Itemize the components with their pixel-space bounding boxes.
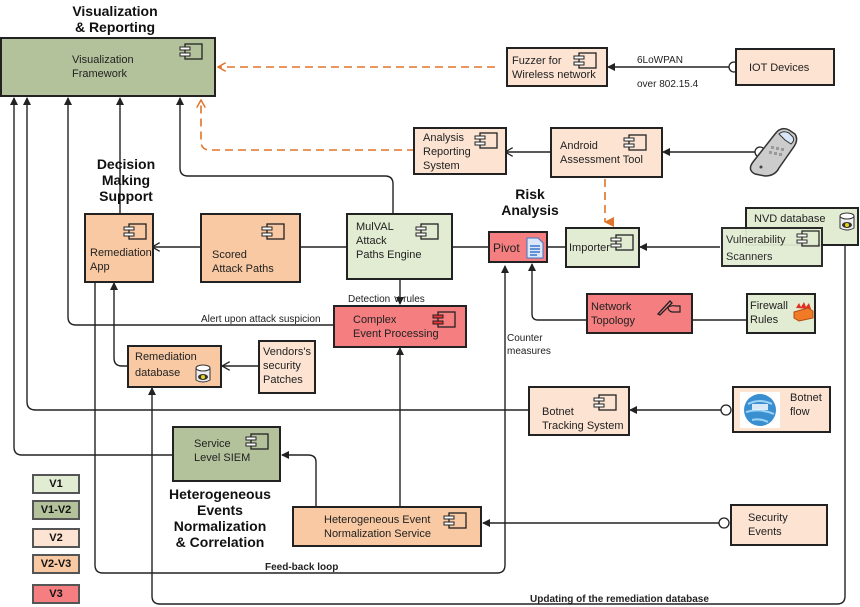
importer[interactable]: Importer (565, 227, 640, 268)
edge-label-counter-measures: Counter measures (507, 333, 551, 357)
heterogeneous-event-normalization-service[interactable]: Heterogeneous Event Normalization Servic… (292, 506, 482, 547)
uml-component-icon (443, 512, 467, 529)
component-label: Pivot (493, 241, 520, 255)
uml-component-icon (179, 43, 203, 60)
uml-component-icon (432, 311, 456, 328)
component-label: Network Topology (591, 301, 636, 327)
component-label: Service Level SIEM (194, 438, 251, 464)
fuzzer-wireless-network[interactable]: Fuzzer for Wireless network (506, 47, 608, 87)
pivot[interactable]: Pivot (488, 231, 548, 263)
legend-v2: V2 (32, 528, 80, 548)
component-label: Botnet flow (790, 392, 822, 418)
database-cylinder-icon (839, 212, 855, 231)
component-label: Vulnerability Scanners (726, 234, 786, 263)
uml-component-icon (261, 223, 285, 240)
wire-mulval-to-viz (176, 97, 394, 213)
heading-risk-analysis: Risk Analysis (501, 186, 559, 218)
component-label: Heterogeneous Event Normalization Servic… (324, 514, 431, 540)
android-assessment-tool[interactable]: Android Assessment Tool (550, 127, 663, 178)
uml-component-icon (593, 394, 617, 411)
uml-component-icon (610, 234, 634, 251)
component-label: Security Events (748, 512, 788, 538)
component-label: NVD database (754, 213, 826, 225)
analysis-reporting-system[interactable]: Analysis Reporting System (413, 127, 507, 175)
heading-visualization-reporting: Visualization & Reporting (72, 3, 158, 35)
visualization-framework[interactable]: Visualization Framework (0, 37, 216, 97)
edge-label-updating-remediation-db: Updating of the remediation database (530, 594, 709, 605)
uml-component-icon (623, 134, 647, 151)
remediation-database[interactable]: Remediation database (127, 345, 222, 388)
vulnerability-scanners[interactable]: Vulnerability Scanners (721, 227, 823, 267)
component-label: Scored Attack Paths (212, 249, 274, 275)
document-icon (526, 237, 544, 259)
uml-component-icon (123, 223, 147, 240)
mobile-phone-icon (749, 127, 798, 177)
uml-component-icon (796, 230, 820, 247)
legend-v1: V1 (32, 474, 80, 494)
security-events[interactable]: Security Events (730, 504, 828, 546)
heading-decision-making: Decision Making Support (96, 156, 156, 204)
botnet-tracking-system[interactable]: Botnet Tracking System (528, 386, 630, 436)
edge-label-feedback-loop: Feed-back loop (265, 562, 339, 573)
component-label: Visualization Framework (72, 54, 134, 80)
component-label: Remediation App (90, 247, 152, 273)
database-cylinder-icon (195, 364, 211, 383)
firewall-rules[interactable]: Firewall Rules (746, 293, 816, 334)
vendors-security-patches[interactable]: Vendors's security Patches (258, 340, 316, 394)
component-label: IOT Devices (749, 62, 810, 74)
dns-globe-icon (740, 392, 780, 428)
botnet-flow[interactable]: Botnet flow (732, 386, 831, 433)
component-label: Remediation database (135, 351, 197, 379)
legend-v2-v3: V2-V3 (32, 554, 80, 574)
component-label: Firewall Rules (750, 300, 788, 326)
legend-v3: V3 (32, 584, 80, 604)
component-label: Importer (569, 242, 610, 254)
uml-component-icon (474, 132, 498, 149)
component-label: Analysis Reporting System (423, 132, 471, 172)
uml-component-icon (415, 223, 439, 240)
uml-component-icon (573, 52, 597, 69)
component-label: Vendors's security Patches (263, 346, 311, 386)
heading-heterogeneous: Heterogeneous Events Normalization & Cor… (169, 486, 271, 550)
iot-devices[interactable]: IOT Devices (735, 48, 835, 86)
firewall-icon (793, 302, 814, 322)
component-label: Complex Event Processing (353, 314, 439, 340)
complex-event-processing[interactable]: Complex Event Processing (333, 305, 467, 348)
pen-hand-icon (656, 300, 681, 316)
edge-label-802: over 802.15.4 (637, 79, 699, 90)
mulval-attack-paths-engine[interactable]: MulVAL Attack Paths Engine (346, 213, 453, 280)
legend-v1-v2: V1-V2 (32, 500, 80, 520)
remediation-app[interactable]: Remediation App (84, 213, 154, 283)
uml-component-icon (245, 433, 269, 450)
component-label: MulVAL Attack Paths Engine (356, 221, 422, 261)
edge-label-alert: Alert upon attack suspicion (201, 314, 321, 325)
service-level-siem[interactable]: Service Level SIEM (172, 426, 281, 482)
edge-label-6lowpan: 6LoWPAN (637, 55, 683, 66)
network-topology[interactable]: Network Topology (586, 293, 693, 334)
scored-attack-paths[interactable]: Scored Attack Paths (200, 213, 301, 283)
